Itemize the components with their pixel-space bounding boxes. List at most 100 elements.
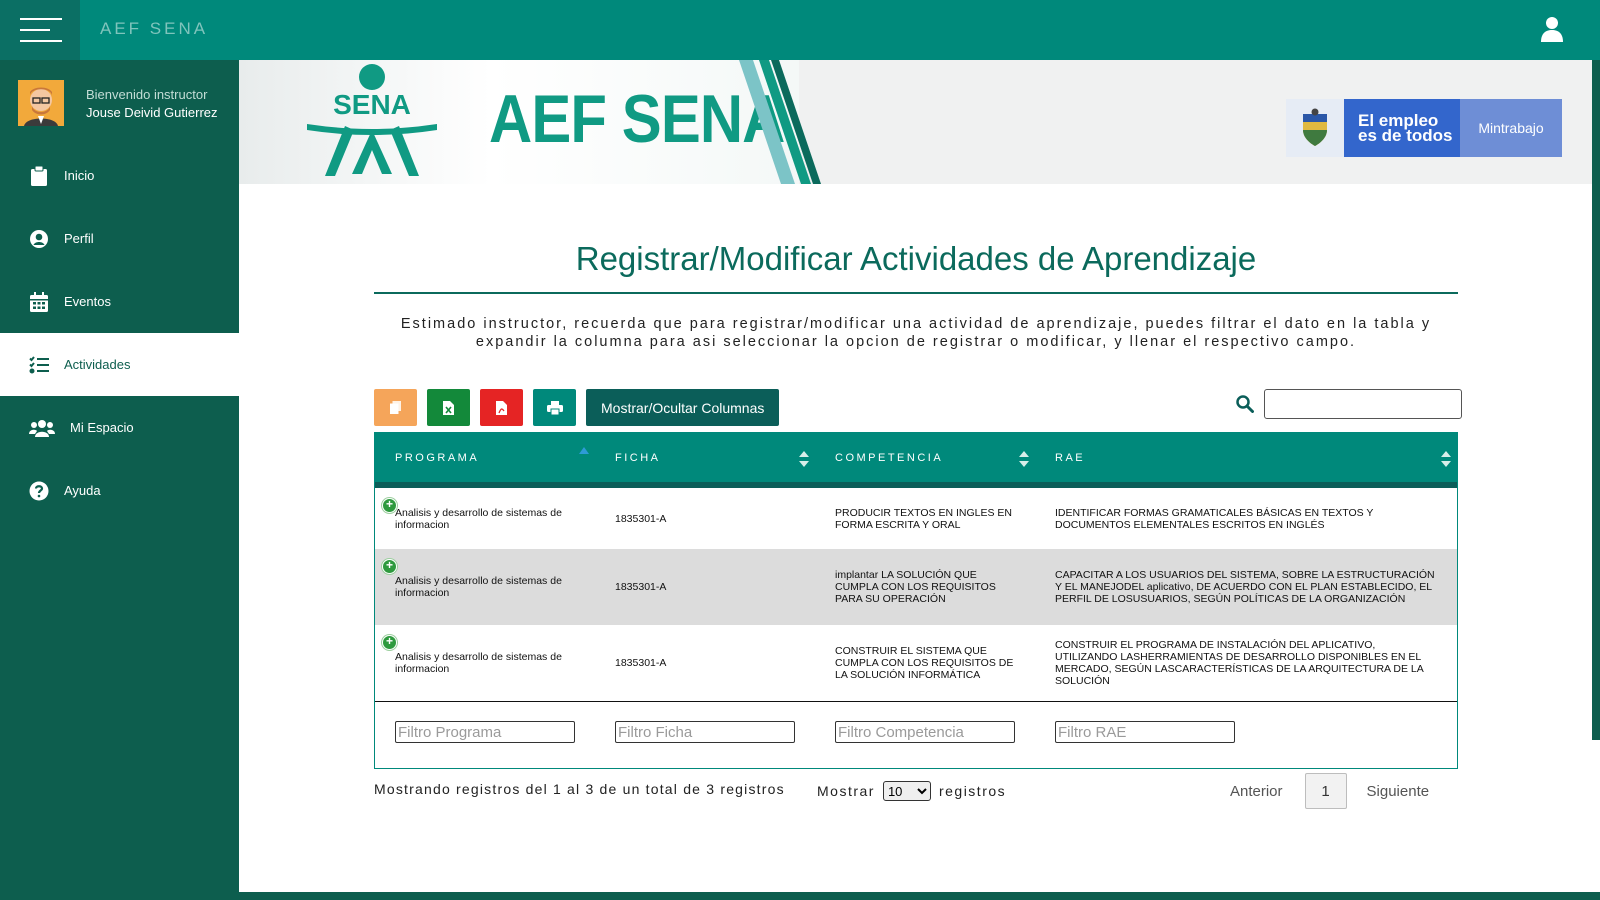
previous-page-button[interactable]: Anterior xyxy=(1230,783,1283,800)
column-header-programa[interactable]: PROGRAMA xyxy=(375,433,595,488)
sidebar-item-inicio[interactable]: Inicio xyxy=(0,144,239,207)
gov-slogan-line2: es de todos xyxy=(1358,126,1453,145)
list-check-icon xyxy=(28,354,50,376)
sidebar-nav: Inicio Perfil Eventos Actividades Mi Esp… xyxy=(0,144,239,522)
sidebar-item-ayuda[interactable]: Ayuda xyxy=(0,459,239,522)
page-title: Registrar/Modificar Actividades de Apren… xyxy=(575,240,1257,277)
copy-icon xyxy=(390,401,401,414)
question-icon xyxy=(28,480,50,502)
government-badge: El empleo es de todos Mintrabajo xyxy=(1286,99,1562,157)
sort-icon xyxy=(799,451,809,467)
table-search xyxy=(1236,389,1462,419)
cell-rae: IDENTIFICAR FORMAS GRAMATICALES BÁSICAS … xyxy=(1035,485,1457,549)
file-pdf-icon xyxy=(496,400,507,415)
cell-text: Analisis y desarrollo de sistemas de inf… xyxy=(395,506,562,531)
filter-rae-input[interactable] xyxy=(1055,721,1235,744)
hamburger-icon-line xyxy=(20,29,50,31)
menu-toggle-button[interactable] xyxy=(0,0,80,60)
sidebar-item-label: Eventos xyxy=(64,294,111,309)
column-header-label: FICHA xyxy=(615,451,661,464)
welcome-text: Bienvenido instructor xyxy=(86,86,208,102)
hamburger-icon-line xyxy=(20,18,62,20)
clipboard-icon xyxy=(28,165,50,187)
decorative-stripes xyxy=(739,60,821,184)
activities-table: PROGRAMA FICHA COMPETENCIA RAE + Analisi… xyxy=(374,432,1458,769)
sena-logo: SENA xyxy=(307,64,437,176)
user-circle-icon xyxy=(28,228,50,250)
top-bar: AEF SENA xyxy=(0,0,1600,60)
page-length-control: Mostrar 10 registros xyxy=(817,781,1006,801)
search-input[interactable] xyxy=(1264,389,1462,419)
records-label: registros xyxy=(938,783,1007,799)
print-button[interactable] xyxy=(533,389,576,426)
cell-text: Analisis y desarrollo de sistemas de inf… xyxy=(395,575,562,599)
next-page-button[interactable]: Siguiente xyxy=(1367,783,1430,800)
sort-asc-icon xyxy=(579,447,589,454)
export-excel-button[interactable] xyxy=(427,389,470,426)
header-banner: SENA AEF SENA El empleo es de todos Mint… xyxy=(239,60,1592,184)
expand-row-icon[interactable]: + xyxy=(382,559,397,574)
users-icon xyxy=(28,417,56,439)
copy-button[interactable] xyxy=(374,389,417,426)
page-length-select[interactable]: 10 xyxy=(882,781,931,801)
sidebar-item-label: Mi Espacio xyxy=(70,420,134,435)
username: Jouse Deivid Gutierrez xyxy=(86,104,218,120)
toggle-columns-button[interactable]: Mostrar/Ocultar Columnas xyxy=(586,389,780,426)
gov-ministry: Mintrabajo xyxy=(1460,99,1562,157)
print-icon xyxy=(546,400,563,415)
cell-programa: + Analisis y desarrollo de sistemas de i… xyxy=(375,485,595,549)
sidebar-item-label: Actividades xyxy=(64,357,131,372)
search-icon xyxy=(1236,395,1254,413)
user-icon[interactable] xyxy=(1540,16,1564,42)
column-header-ficha[interactable]: FICHA xyxy=(595,433,815,488)
sidebar-item-actividades[interactable]: Actividades xyxy=(0,333,239,396)
cell-competencia: CONSTRUIR EL SISTEMA QUE CUMPLA CON LOS … xyxy=(815,625,1035,702)
cell-competencia: implantar LA SOLUCIÓN QUE CUMPLA CON LOS… xyxy=(815,549,1035,625)
show-label: Mostrar xyxy=(817,783,875,799)
table-row: + Analisis y desarrollo de sistemas de i… xyxy=(375,485,1457,549)
table-toolbar: Mostrar/Ocultar Columnas xyxy=(374,389,780,426)
calendar-icon xyxy=(28,291,50,313)
filter-ficha-input[interactable] xyxy=(615,721,795,744)
sidebar-item-label: Ayuda xyxy=(64,483,101,498)
expand-row-icon[interactable]: + xyxy=(382,498,397,513)
user-profile: Bienvenido instructor Jouse Deivid Gutie… xyxy=(18,80,218,126)
table-row: + Analisis y desarrollo de sistemas de i… xyxy=(375,549,1457,625)
cell-ficha: 1835301-A xyxy=(595,485,815,549)
column-header-label: PROGRAMA xyxy=(395,451,480,464)
title-divider xyxy=(374,292,1458,294)
filter-competencia-input[interactable] xyxy=(835,721,1015,744)
file-excel-icon xyxy=(443,400,454,415)
sidebar: Bienvenido instructor Jouse Deivid Gutie… xyxy=(0,60,239,900)
gov-slogan: El empleo es de todos xyxy=(1344,99,1460,157)
column-header-label: COMPETENCIA xyxy=(835,451,944,464)
sidebar-item-mi-espacio[interactable]: Mi Espacio xyxy=(0,396,239,459)
svg-text:SENA: SENA xyxy=(333,89,411,120)
page-scrollbar[interactable] xyxy=(1592,60,1600,740)
cell-ficha: 1835301-A xyxy=(595,625,815,702)
cell-ficha: 1835301-A xyxy=(595,549,815,625)
filter-programa-input[interactable] xyxy=(395,721,575,744)
table-info: Mostrando registros del 1 al 3 de un tot… xyxy=(374,781,785,797)
table-row: + Analisis y desarrollo de sistemas de i… xyxy=(375,625,1457,702)
sidebar-item-perfil[interactable]: Perfil xyxy=(0,207,239,270)
sort-icon xyxy=(1441,451,1451,467)
sidebar-item-label: Inicio xyxy=(64,168,95,183)
sidebar-item-label: Perfil xyxy=(64,231,94,246)
expand-row-icon[interactable]: + xyxy=(382,635,397,650)
column-header-rae[interactable]: RAE xyxy=(1035,433,1457,488)
cell-rae: CONSTRUIR EL PROGRAMA DE INSTALACIÓN DEL… xyxy=(1035,625,1457,702)
export-pdf-button[interactable] xyxy=(480,389,523,426)
avatar xyxy=(18,80,64,126)
column-header-label: RAE xyxy=(1055,451,1086,464)
page-1-button[interactable]: 1 xyxy=(1304,773,1347,809)
hamburger-icon-line xyxy=(20,40,62,42)
column-header-competencia[interactable]: COMPETENCIA xyxy=(815,433,1035,488)
footer-bar xyxy=(239,892,1600,900)
sidebar-item-eventos[interactable]: Eventos xyxy=(0,270,239,333)
colombia-shield-icon xyxy=(1286,99,1344,157)
sort-icon xyxy=(1019,451,1029,467)
cell-text: Analisis y desarrollo de sistemas de inf… xyxy=(395,650,562,675)
cell-programa: + Analisis y desarrollo de sistemas de i… xyxy=(375,549,595,625)
pagination: Anterior 1 Siguiente xyxy=(1230,773,1429,809)
